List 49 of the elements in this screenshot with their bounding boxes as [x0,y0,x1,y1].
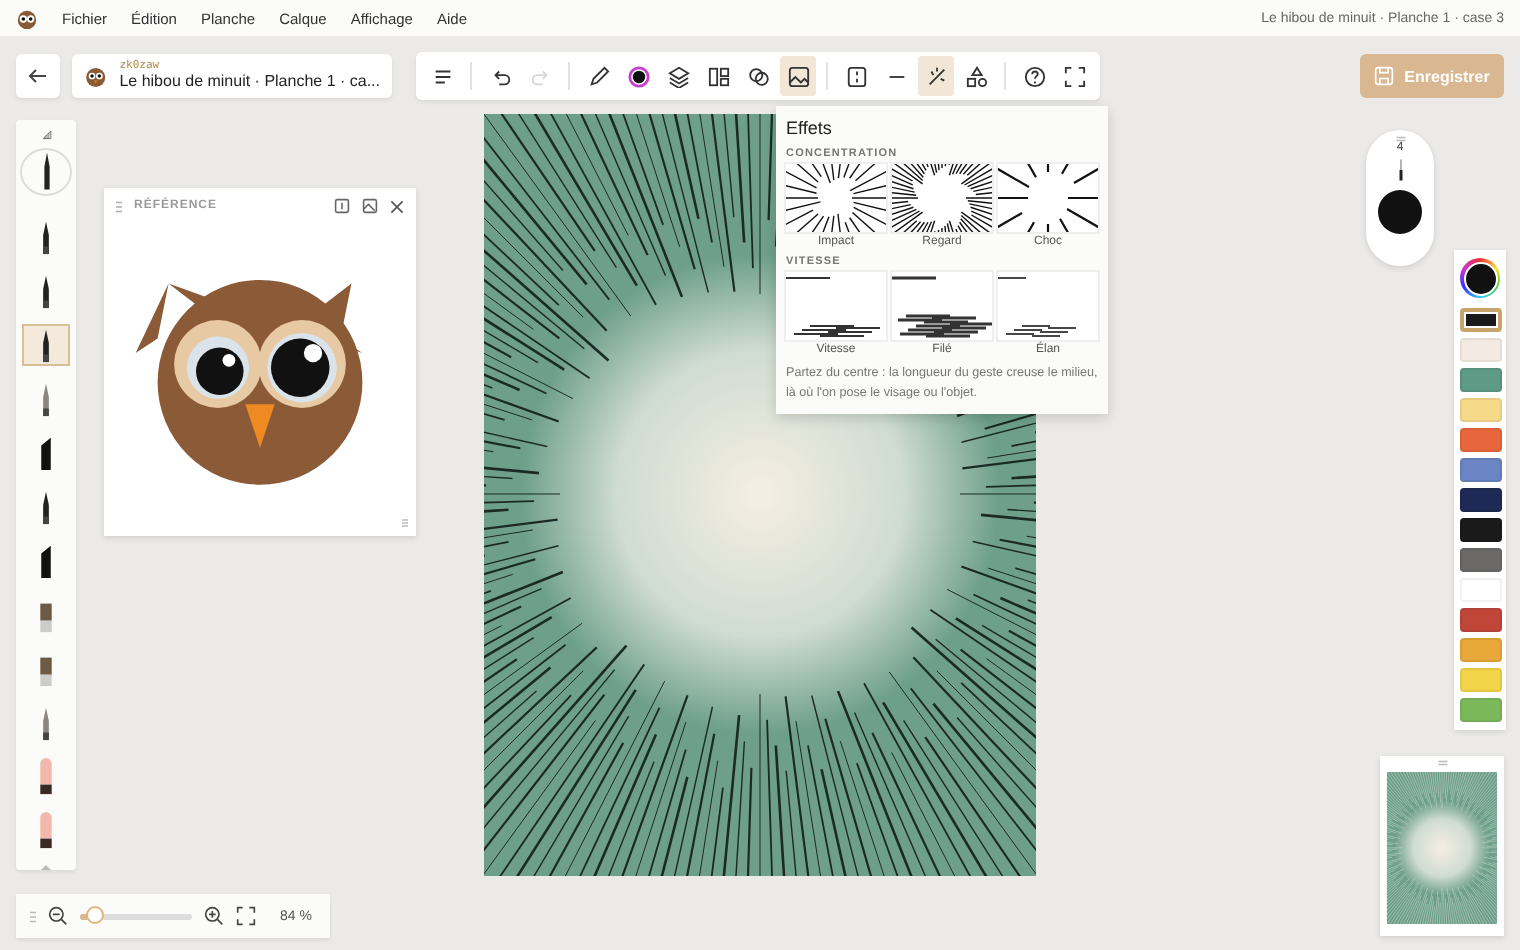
speed-lines-preview [786,272,886,340]
image-tool-button[interactable] [780,56,816,96]
chisel-brush-icon [38,541,54,580]
drag-handle-icon[interactable] [1395,136,1405,142]
radial-lines-preview [998,164,1098,232]
speed-lines-preview [892,272,992,340]
split-view-icon[interactable] [334,198,350,214]
fine-brush-button[interactable] [22,323,70,366]
page-thumbnail[interactable] [1380,756,1504,936]
fullscreen-icon [1063,65,1085,87]
resize-handle-icon[interactable] [402,518,408,528]
redo-icon [529,65,551,87]
zoom-out-icon[interactable] [48,906,68,926]
back-button[interactable] [16,54,60,98]
image-icon [787,65,809,87]
document-title: Le hibou de minuit · Planche 1 · ca... [119,74,380,91]
zoom-in-icon[interactable] [204,906,224,926]
owl-logo-icon [16,7,38,29]
wand-icon [925,65,947,87]
image-icon[interactable] [362,198,378,214]
wand-tool-button[interactable] [918,56,954,96]
fit-screen-icon[interactable] [236,906,256,926]
close-icon[interactable] [390,199,404,213]
layers-icon [667,65,689,87]
slider-thumb[interactable] [86,905,105,923]
soft-eraser-brush-icon [38,811,54,850]
undo-icon [489,65,511,87]
brush-tip-icon [1397,158,1403,182]
panels-icon [707,65,729,87]
color-swatch[interactable] [1459,308,1501,332]
help-icon [1023,65,1045,87]
owl-avatar-icon [84,62,108,90]
shapes-icon [965,65,987,87]
save-icon [1374,66,1395,86]
back-arrow-icon [28,66,48,86]
marker-brush-icon [38,433,54,472]
eraser-brush-icon [38,757,54,796]
popover-title: Effets [786,118,834,138]
blend-icon [747,65,769,87]
speed-lines-preview [998,272,1098,340]
pen-icon [587,65,609,87]
radial-lines-preview [892,164,992,232]
drag-handle-icon[interactable] [1437,760,1447,766]
frame-icon [845,65,867,87]
brush-icon [39,149,53,194]
radial-lines-preview [786,164,886,232]
color-icon [627,65,649,87]
menu-icon [431,65,453,87]
ruler-icon [37,130,55,140]
